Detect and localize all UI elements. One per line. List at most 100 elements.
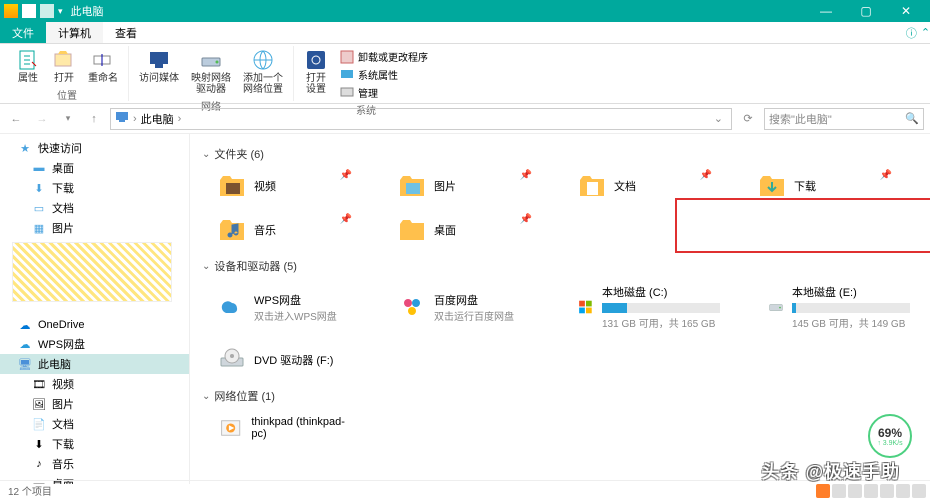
section-network-header[interactable]: ⌄网络位置 (1)	[202, 388, 918, 404]
device-baidu[interactable]: 百度网盘双击运行百度网盘	[394, 280, 534, 334]
item-count: 12 个项目	[8, 483, 52, 498]
maximize-button[interactable]: ▢	[846, 0, 886, 22]
sidebar-documents[interactable]: ▭文档	[0, 198, 189, 218]
open-button[interactable]: 打开	[48, 46, 80, 86]
sidebar-pictures2[interactable]: 🖼图片	[0, 394, 189, 414]
section-folders-header[interactable]: ⌄文件夹 (6)	[202, 146, 918, 162]
sidebar-desktop[interactable]: ▬桌面	[0, 158, 189, 178]
sidebar-onedrive[interactable]: ☁OneDrive	[0, 316, 189, 334]
access-media-button[interactable]: 访问媒体	[135, 46, 183, 86]
system-properties-button[interactable]: 系统属性	[336, 66, 432, 83]
folder-music[interactable]: 📌音乐	[214, 212, 354, 248]
sidebar-music[interactable]: ♪音乐	[0, 454, 189, 474]
baidu-icon	[398, 293, 426, 321]
rename-button[interactable]: 重命名	[84, 46, 122, 86]
section-devices-header[interactable]: ⌄设备和驱动器 (5)	[202, 258, 918, 274]
tray-icon[interactable]	[832, 484, 846, 498]
search-icon: 🔍	[905, 112, 919, 125]
pin-icon: 📌	[520, 170, 532, 181]
tray-icon[interactable]	[912, 484, 926, 498]
breadcrumb[interactable]: › 此电脑 › ⌄	[110, 108, 732, 130]
capacity-bar	[792, 303, 910, 313]
folder-downloads[interactable]: 📌下载	[754, 168, 894, 204]
pin-icon: 📌	[520, 214, 532, 225]
folder-desktop[interactable]: 📌桌面	[394, 212, 534, 248]
network-location-icon	[251, 48, 275, 72]
speed-badge[interactable]: 69% ↑ 3.9K/s	[868, 414, 912, 458]
refresh-button[interactable]: ⟳	[738, 112, 758, 125]
star-icon: ★	[18, 141, 32, 155]
network-thinkpad[interactable]: thinkpad (thinkpad-pc)	[214, 410, 354, 446]
drive-c[interactable]: 本地磁盘 (C:) 131 GB 可用，共 165 GB	[574, 280, 724, 334]
tray-icon[interactable]	[896, 484, 910, 498]
qat-dropdown[interactable]: ▾	[58, 6, 63, 17]
folder-documents[interactable]: 📌文档	[574, 168, 714, 204]
properties-icon	[16, 48, 40, 72]
open-settings-button[interactable]: 打开 设置	[300, 46, 332, 97]
sidebar-documents2[interactable]: 📄文档	[0, 414, 189, 434]
uninstall-programs-button[interactable]: 卸载或更改程序	[336, 48, 432, 65]
chevron-right-icon[interactable]: ›	[178, 113, 182, 125]
chevron-down-icon: ⌄	[202, 149, 210, 160]
pc-icon: 🖥	[18, 357, 32, 371]
settings-icon	[304, 48, 328, 72]
device-wps[interactable]: WPS网盘双击进入WPS网盘	[214, 280, 354, 334]
up-button[interactable]: ↑	[84, 109, 104, 129]
chevron-right-icon[interactable]: ›	[133, 113, 137, 125]
tray-icon[interactable]	[864, 484, 878, 498]
back-button[interactable]: ←	[6, 109, 26, 129]
folder-pictures[interactable]: 📌图片	[394, 168, 534, 204]
qat-icon[interactable]	[22, 4, 36, 18]
sidebar-downloads2[interactable]: ⬇下载	[0, 434, 189, 454]
folder-videos[interactable]: 📌视频	[214, 168, 354, 204]
system-icon	[340, 68, 354, 82]
manage-button[interactable]: 管理	[336, 84, 432, 101]
sidebar-thispc[interactable]: 🖥此电脑	[0, 354, 189, 374]
search-input[interactable]: 搜索"此电脑" 🔍	[764, 108, 924, 130]
tray-icon[interactable]	[848, 484, 862, 498]
ribbon-group-network: 访问媒体 映射网络 驱动器 添加一个 网络位置 网络	[129, 46, 294, 101]
tray-icon[interactable]	[880, 484, 894, 498]
pin-icon: 📌	[700, 170, 712, 181]
picture-icon: 🖼	[32, 397, 46, 411]
tab-computer[interactable]: 计算机	[46, 22, 103, 43]
sidebar-pictures[interactable]: ▦图片	[0, 218, 189, 238]
close-button[interactable]: ✕	[886, 0, 926, 22]
tab-view[interactable]: 查看	[103, 22, 149, 43]
qat-icon[interactable]	[40, 4, 54, 18]
device-dvd[interactable]: DVD 驱动器 (F:)	[214, 342, 354, 378]
ribbon-collapse-button[interactable]: ⓘ⌃	[906, 22, 930, 43]
ribbon: 属性 打开 重命名 位置 访问媒体	[0, 44, 930, 104]
capacity-bar	[602, 303, 720, 313]
download-icon: ⬇	[32, 181, 46, 195]
folder-icon	[218, 216, 246, 244]
sidebar-quick-access[interactable]: ★快速访问	[0, 138, 189, 158]
drive-e[interactable]: 本地磁盘 (E:) 145 GB 可用，共 149 GB	[764, 280, 914, 334]
properties-button[interactable]: 属性	[12, 46, 44, 86]
windows-drive-icon	[578, 293, 594, 321]
folder-icon	[758, 172, 786, 200]
video-icon: 🎞	[32, 377, 46, 391]
sidebar-videos[interactable]: 🎞视频	[0, 374, 189, 394]
map-drive-button[interactable]: 映射网络 驱动器	[187, 46, 235, 97]
add-location-button[interactable]: 添加一个 网络位置	[239, 46, 287, 97]
folder-icon	[218, 172, 246, 200]
breadcrumb-item[interactable]: 此电脑	[141, 111, 174, 127]
folder-icon	[398, 216, 426, 244]
sidebar-wps[interactable]: ☁WPS网盘	[0, 334, 189, 354]
chevron-down-icon: ⌄	[202, 391, 210, 402]
pin-icon: 📌	[340, 170, 352, 181]
minimize-button[interactable]: —	[806, 0, 846, 22]
tray-icon[interactable]	[816, 484, 830, 498]
sidebar: ★快速访问 ▬桌面 ⬇下载 ▭文档 ▦图片 ☁OneDrive ☁WPS网盘 🖥…	[0, 134, 190, 484]
ribbon-tabs: 文件 计算机 查看 ⓘ⌃	[0, 22, 930, 44]
sidebar-downloads[interactable]: ⬇下载	[0, 178, 189, 198]
tab-file[interactable]: 文件	[0, 22, 46, 43]
download-icon: ⬇	[32, 437, 46, 451]
media-player-icon	[218, 414, 243, 442]
forward-button[interactable]: →	[32, 109, 52, 129]
history-dropdown[interactable]: ▾	[58, 109, 78, 129]
manage-icon	[340, 86, 354, 100]
breadcrumb-dropdown[interactable]: ⌄	[710, 112, 727, 125]
app-icon	[4, 4, 18, 18]
